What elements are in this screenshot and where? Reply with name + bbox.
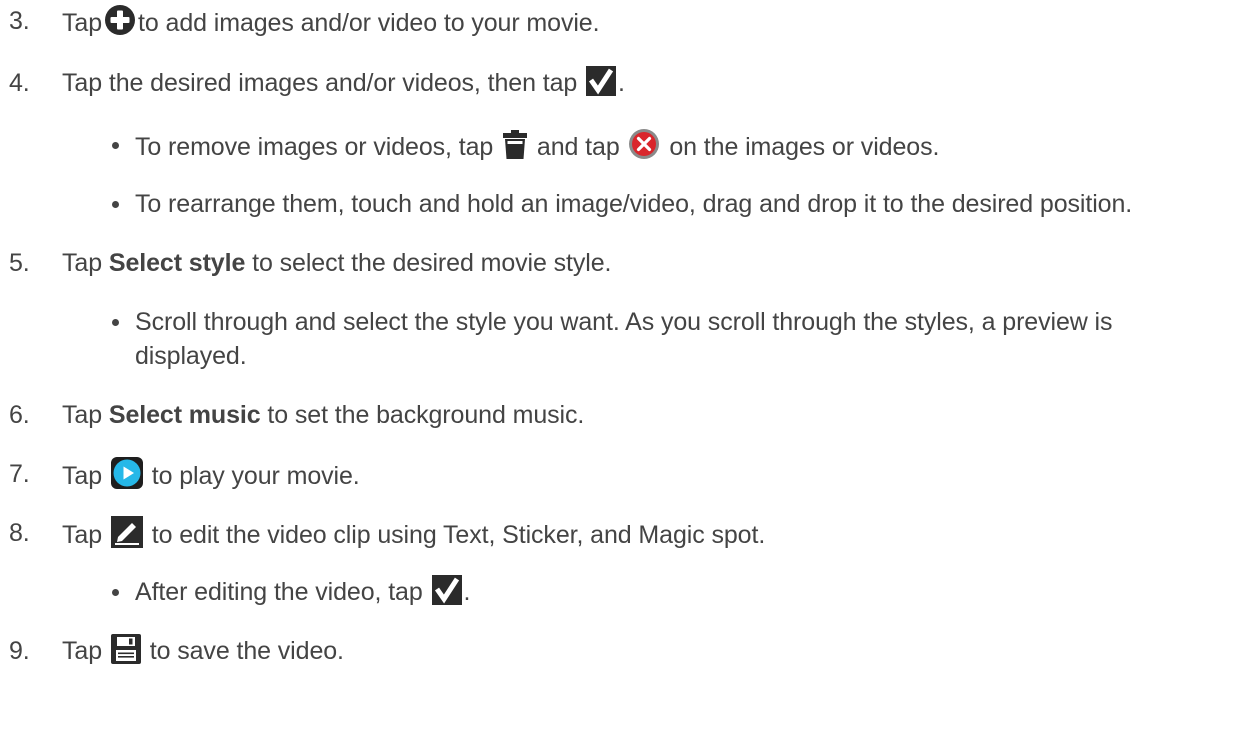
edit-pencil-icon: [110, 516, 143, 548]
save-disk-icon: [110, 634, 141, 664]
step-number: 6.: [9, 401, 30, 429]
step-text: Tap to play your movie.: [62, 457, 360, 493]
bullet: [112, 201, 119, 208]
step-number: 8.: [9, 519, 30, 547]
step-number: 7.: [9, 460, 30, 488]
bullet-text: After editing the video, tap .: [135, 575, 470, 609]
add-circle-icon: [104, 4, 136, 36]
step-text: Tap Select music to set the background m…: [62, 401, 585, 429]
remove-red-x-icon: [628, 128, 660, 160]
step-text: Tap to edit the video clip using Text, S…: [62, 516, 765, 552]
step-text: Tap Select style to select the desired m…: [62, 249, 612, 277]
step-text: Tap to save the video.: [62, 634, 344, 668]
step-number: 9.: [9, 637, 30, 665]
bullet: [112, 319, 119, 326]
bullet: [112, 142, 119, 149]
checkmark-icon: [431, 575, 462, 605]
select-style-label: Select style: [108, 249, 246, 277]
step-text: Tap the desired images and/or videos, th…: [62, 66, 625, 100]
step-number: 5.: [9, 249, 30, 277]
bullet: [112, 589, 119, 596]
bullet-text: Scroll through and select the style you …: [135, 308, 1113, 370]
step-number: 4.: [9, 69, 30, 97]
trash-icon: [502, 130, 528, 160]
checkmark-icon: [586, 66, 617, 96]
select-music-label: Select music: [108, 401, 261, 429]
bullet-text: To rearrange them, touch and hold an ima…: [135, 190, 1133, 218]
step-text: Tap to add images and/or video to your m…: [62, 4, 600, 40]
play-icon: [110, 457, 143, 489]
bullet-text: To remove images or videos, tap and tap …: [135, 128, 939, 164]
step-number: 3.: [9, 7, 30, 35]
